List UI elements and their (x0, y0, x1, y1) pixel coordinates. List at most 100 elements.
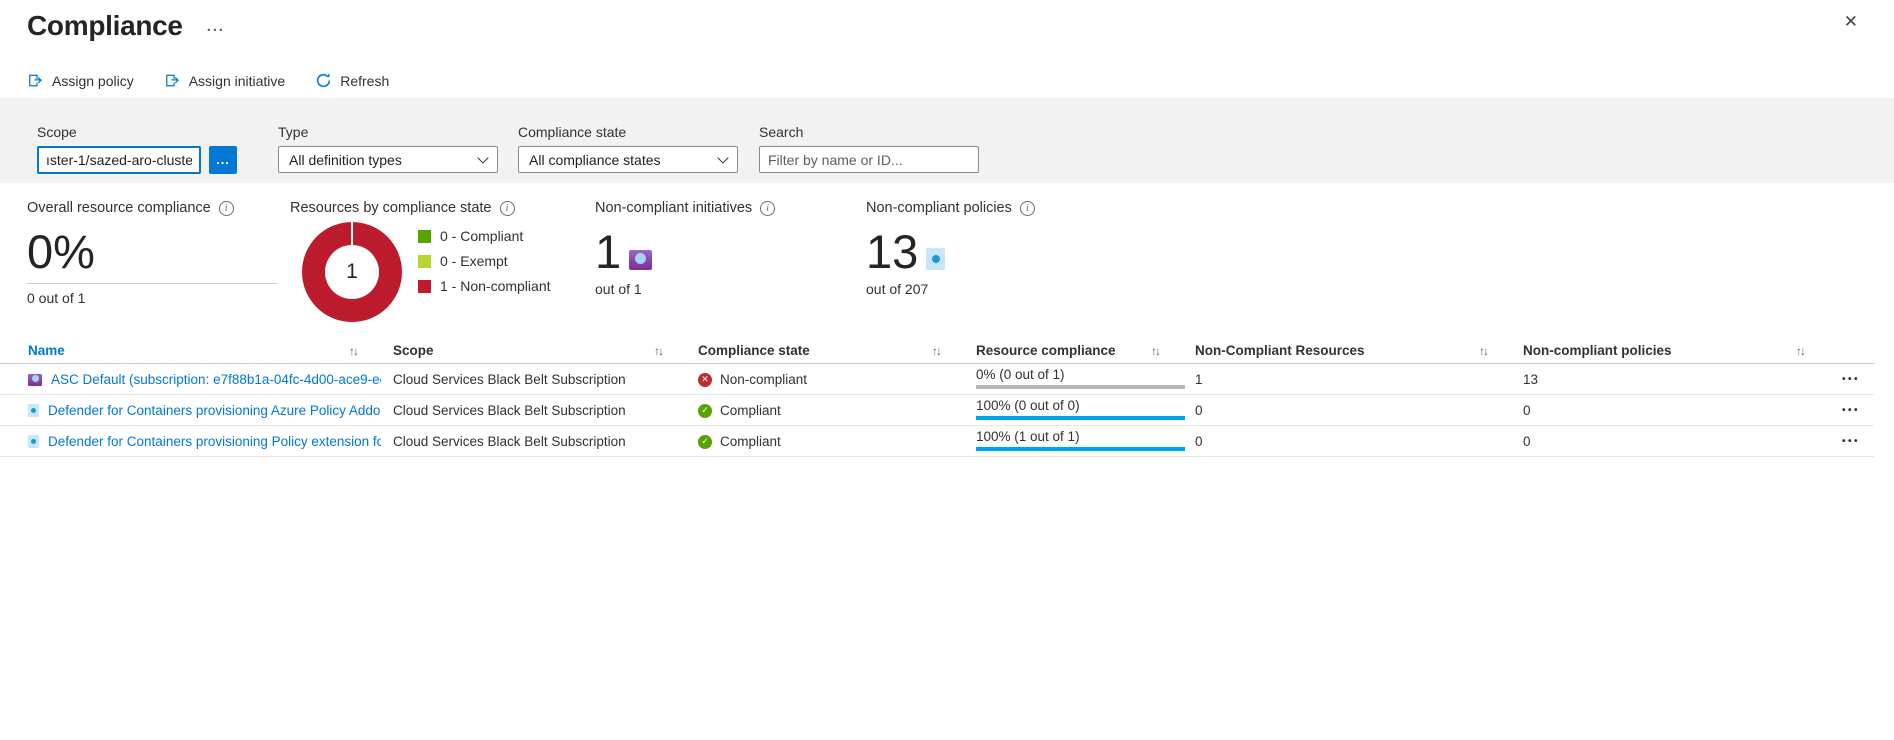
non-compliant-policies-sub: out of 207 (866, 281, 1035, 297)
state-label: Compliant (720, 403, 781, 418)
sort-icon[interactable]: ↑↓ (1479, 344, 1487, 358)
resource-compliance-text: 100% (1 out of 1) (976, 429, 1195, 444)
scope-browse-button[interactable]: ... (209, 146, 237, 174)
compliance-state-label: Compliance state (518, 124, 738, 140)
row-menu-icon[interactable]: ••• (1840, 432, 1862, 451)
overall-compliance-value: 0% (27, 228, 277, 275)
compliance-state-dropdown[interactable]: All compliance states (518, 146, 738, 173)
legend-label-exempt: 0 - Exempt (440, 253, 508, 269)
non-compliant-resources-cell: 0 (1195, 403, 1523, 418)
non-compliant-state-icon: ✕ (698, 373, 712, 387)
page-header: Compliance ··· (27, 10, 225, 42)
table-row: ASC Default (subscription: e7f88b1a-04fc… (0, 364, 1874, 395)
policy-icon (28, 435, 39, 448)
type-dropdown-value: All definition types (289, 152, 402, 168)
non-compliant-policies-cell: 0 (1523, 403, 1840, 418)
initiative-icon (28, 374, 42, 386)
non-compliant-policies-cell: 0 (1523, 434, 1840, 449)
info-icon[interactable]: i (1020, 201, 1035, 216)
table-row: Defender for Containers provisioning Azu… (0, 395, 1874, 426)
type-dropdown[interactable]: All definition types (278, 146, 498, 173)
assign-initiative-label: Assign initiative (189, 73, 286, 89)
column-header-name[interactable]: Name ↑↓ (28, 343, 393, 358)
sort-icon[interactable]: ↑↓ (654, 344, 662, 358)
more-options-icon[interactable]: ··· (207, 22, 225, 39)
resources-by-state-tile: Resources by compliance state i 1 0 - Co… (290, 200, 551, 322)
compliance-progress-bar (976, 385, 1185, 389)
donut-legend: 0 - Compliant 0 - Exempt 1 - Non-complia… (418, 228, 551, 322)
info-icon[interactable]: i (219, 201, 234, 216)
non-compliant-initiatives-tile: Non-compliant initiatives i 1 out of 1 (595, 200, 775, 297)
assignment-name-link[interactable]: Defender for Containers provisioning Pol… (48, 434, 381, 449)
non-compliant-resources-cell: 0 (1195, 434, 1523, 449)
scope-cell: Cloud Services Black Belt Subscription (393, 403, 698, 418)
assignment-name-link[interactable]: ASC Default (subscription: e7f88b1a-04fc… (51, 372, 381, 387)
chevron-down-icon (477, 152, 488, 163)
non-compliant-initiatives-value: 1 (595, 228, 621, 275)
legend-label-compliant: 0 - Compliant (440, 228, 523, 244)
column-header-non-compliant-resources[interactable]: Non-Compliant Resources ↑↓ (1195, 343, 1523, 358)
legend-label-non-compliant: 1 - Non-compliant (440, 278, 551, 294)
info-icon[interactable]: i (500, 201, 515, 216)
search-label: Search (759, 124, 979, 140)
column-header-non-compliant-policies[interactable]: Non-compliant policies ↑↓ (1523, 343, 1840, 358)
table-header: Name ↑↓ Scope ↑↓ Compliance state ↑↓ Res… (0, 338, 1874, 364)
non-compliant-policies-cell: 13 (1523, 372, 1840, 387)
non-compliant-resources-cell: 1 (1195, 372, 1523, 387)
assign-initiative-button[interactable]: Assign initiative (164, 72, 286, 89)
scope-cell: Cloud Services Black Belt Subscription (393, 434, 698, 449)
sort-icon[interactable]: ↑↓ (932, 344, 940, 358)
compliant-state-icon: ✓ (698, 435, 712, 449)
info-icon[interactable]: i (760, 201, 775, 216)
close-icon[interactable]: ✕ (1844, 12, 1858, 32)
scope-cell: Cloud Services Black Belt Subscription (393, 372, 698, 387)
donut-center-value: 1 (325, 245, 379, 299)
assign-policy-icon (27, 72, 44, 89)
refresh-icon (315, 72, 332, 89)
filter-bar: Scope ... Type All definition types Comp… (0, 98, 1894, 183)
compliance-state-dropdown-value: All compliance states (529, 152, 661, 168)
policy-icon (926, 248, 945, 270)
search-input[interactable] (759, 146, 979, 173)
non-compliant-policies-value: 13 (866, 228, 918, 275)
toolbar: Assign policy Assign initiative Refresh (27, 72, 389, 89)
compliance-progress-bar (976, 416, 1185, 420)
state-label: Non-compliant (720, 372, 807, 387)
assign-policy-label: Assign policy (52, 73, 134, 89)
initiative-icon (629, 250, 652, 270)
row-menu-icon[interactable]: ••• (1840, 401, 1862, 420)
scope-input[interactable] (37, 146, 201, 174)
search-filter: Search (759, 124, 979, 173)
policy-icon (28, 404, 39, 417)
divider (27, 283, 277, 284)
legend-item-exempt: 0 - Exempt (418, 253, 551, 269)
assign-policy-button[interactable]: Assign policy (27, 72, 134, 89)
column-header-compliance-state[interactable]: Compliance state ↑↓ (698, 343, 976, 358)
legend-swatch-compliant (418, 230, 431, 243)
refresh-label: Refresh (340, 73, 389, 89)
resource-compliance-text: 0% (0 out of 1) (976, 367, 1195, 382)
resource-compliance-text: 100% (0 out of 0) (976, 398, 1195, 413)
column-header-resource-compliance[interactable]: Resource compliance ↑↓ (976, 343, 1195, 358)
assignment-name-link[interactable]: Defender for Containers provisioning Azu… (48, 403, 381, 418)
type-filter: Type All definition types (278, 124, 498, 173)
sort-icon[interactable]: ↑↓ (1796, 344, 1804, 358)
overall-compliance-tile: Overall resource compliance i 0% 0 out o… (27, 200, 277, 306)
overall-compliance-label: Overall resource compliance (27, 200, 211, 216)
compliance-donut: 1 (302, 222, 402, 322)
column-header-scope[interactable]: Scope ↑↓ (393, 343, 698, 358)
refresh-button[interactable]: Refresh (315, 72, 389, 89)
sort-icon[interactable]: ↑↓ (349, 344, 357, 358)
non-compliant-initiatives-sub: out of 1 (595, 281, 775, 297)
legend-item-compliant: 0 - Compliant (418, 228, 551, 244)
legend-swatch-exempt (418, 255, 431, 268)
state-label: Compliant (720, 434, 781, 449)
sort-icon[interactable]: ↑↓ (1151, 344, 1159, 358)
assign-initiative-icon (164, 72, 181, 89)
non-compliant-initiatives-label: Non-compliant initiatives (595, 200, 752, 216)
page-title: Compliance (27, 10, 183, 42)
table-row: Defender for Containers provisioning Pol… (0, 426, 1874, 457)
row-menu-icon[interactable]: ••• (1840, 370, 1862, 389)
compliance-table: Name ↑↓ Scope ↑↓ Compliance state ↑↓ Res… (0, 338, 1874, 457)
compliance-state-filter: Compliance state All compliance states (518, 124, 738, 173)
